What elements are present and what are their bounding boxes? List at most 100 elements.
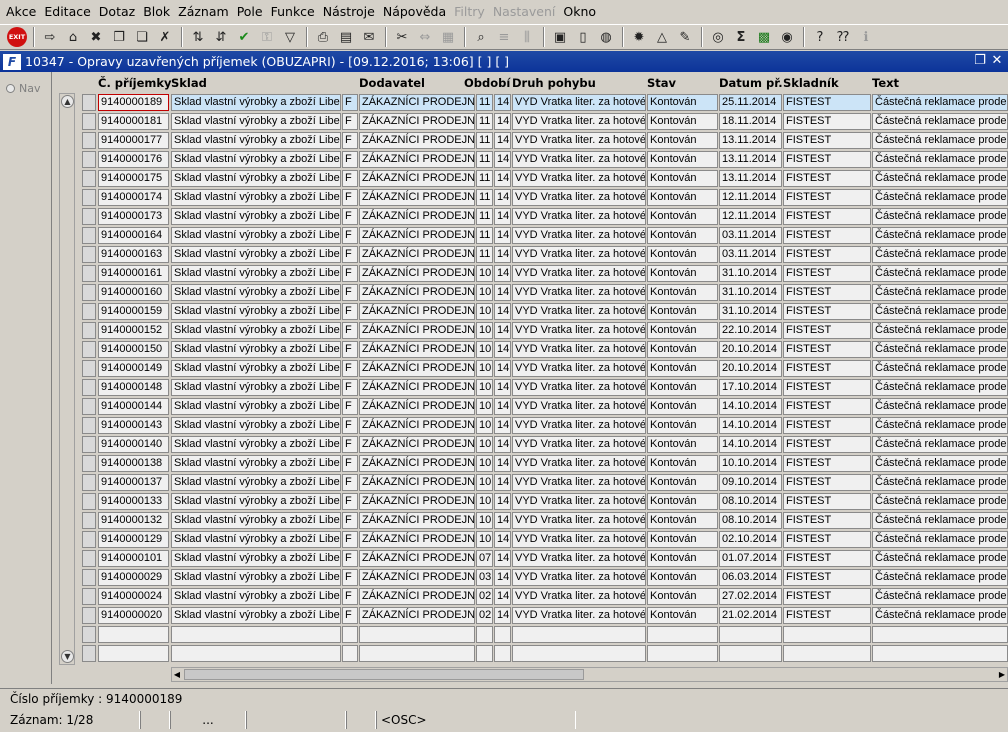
cell-text[interactable]: Částečná reklamace prode [872,265,1008,282]
cell-datum[interactable]: 27.02.2014 [719,588,782,605]
cell-o2[interactable] [494,626,511,643]
cell-o2[interactable]: 14 [494,512,511,529]
cell-druh[interactable]: VYD Vratka liter. za hotové [512,113,646,130]
cell-sklad[interactable]: Sklad vlastní výrobky a zboží Liber [171,512,341,529]
cell-stav[interactable]: Kontován [647,436,718,453]
cell-f[interactable]: F [342,379,358,396]
row-selector[interactable] [82,284,96,301]
sum-icon[interactable]: Σ [730,26,752,48]
menu-item[interactable]: Editace [40,0,94,24]
cell-stav[interactable]: Kontován [647,284,718,301]
cell-dodavatel[interactable]: ZÁKAZNÍCI PRODEJNY [359,189,475,206]
cell-skladnik[interactable]: FISTEST [783,303,871,320]
triangle-icon[interactable]: △ [651,26,673,48]
cell-skladnik[interactable]: FISTEST [783,246,871,263]
check-icon[interactable]: ✔ [233,26,255,48]
cell-f[interactable]: F [342,436,358,453]
row-selector[interactable] [82,227,96,244]
cell-datum[interactable]: 14.10.2014 [719,436,782,453]
cell-datum[interactable]: 18.11.2014 [719,113,782,130]
column-header-obdobi[interactable]: Období [464,76,510,90]
row-selector[interactable] [82,512,96,529]
cell-f[interactable]: F [342,474,358,491]
cell-skladnik[interactable]: FISTEST [783,151,871,168]
cell-datum[interactable]: 02.10.2014 [719,531,782,548]
cell-text[interactable]: Částečná reklamace prode [872,132,1008,149]
cell-sklad[interactable]: Sklad vlastní výrobky a zboží Liber [171,151,341,168]
cell-skladnik[interactable]: FISTEST [783,531,871,548]
scroll-left-icon[interactable]: ◀ [172,668,182,681]
cell-stav[interactable]: Kontován [647,550,718,567]
cell-cislo[interactable]: 9140000174 [98,189,169,206]
cell-druh[interactable]: VYD Vratka liter. za hotové [512,170,646,187]
menu-item[interactable]: Záznam [174,0,233,24]
column-header-datum[interactable]: Datum př. [719,76,783,90]
row-selector[interactable] [82,341,96,358]
cell-cislo[interactable]: 9140000177 [98,132,169,149]
cell-stav[interactable]: Kontován [647,493,718,510]
cell-o2[interactable]: 14 [494,265,511,282]
cell-text[interactable]: Částečná reklamace prode [872,474,1008,491]
cell-skladnik[interactable]: FISTEST [783,550,871,567]
cell-datum[interactable]: 14.10.2014 [719,417,782,434]
cell-stav[interactable]: Kontován [647,208,718,225]
cell-skladnik[interactable]: FISTEST [783,379,871,396]
cell-druh[interactable]: VYD Vratka liter. za hotové [512,246,646,263]
cell-stav[interactable]: Kontován [647,246,718,263]
cell-o1[interactable]: 11 [476,151,493,168]
cell-sklad[interactable]: Sklad vlastní výrobky a zboží Liber [171,303,341,320]
cell-cislo[interactable]: 9140000160 [98,284,169,301]
printer-icon[interactable]: ⎙ [312,26,334,48]
row-selector[interactable] [82,360,96,377]
cell-cislo[interactable]: 9140000140 [98,436,169,453]
row-selector[interactable] [82,531,96,548]
cell-cislo[interactable]: 9140000161 [98,265,169,282]
cell-datum[interactable]: 25.11.2014 [719,94,782,111]
cell-dodavatel[interactable]: ZÁKAZNÍCI PRODEJNY [359,379,475,396]
cell-text[interactable]: Částečná reklamace prode [872,322,1008,339]
cell-dodavatel[interactable]: ZÁKAZNÍCI PRODEJNY [359,531,475,548]
column-header-dodavatel[interactable]: Dodavatel [359,76,425,90]
cell-druh[interactable]: VYD Vratka liter. za hotové [512,512,646,529]
cell-datum[interactable]: 08.10.2014 [719,512,782,529]
cell-cislo[interactable]: 9140000150 [98,341,169,358]
cell-skladnik[interactable]: FISTEST [783,189,871,206]
search-icon[interactable]: ⌕ [470,26,492,48]
row-selector[interactable] [82,417,96,434]
cell-cislo[interactable]: 9140000175 [98,170,169,187]
cell-f[interactable] [342,626,358,643]
cell-stav[interactable]: Kontován [647,132,718,149]
row-selector[interactable] [82,455,96,472]
cell-stav[interactable]: Kontován [647,588,718,605]
menu-item[interactable]: Pole [233,0,267,24]
cell-druh[interactable] [512,645,646,662]
cell-skladnik[interactable]: FISTEST [783,436,871,453]
row-selector[interactable] [82,474,96,491]
cell-skladnik[interactable]: FISTEST [783,588,871,605]
scroll-right-icon[interactable]: ▶ [997,668,1007,681]
row-selector[interactable] [82,170,96,187]
cell-datum[interactable]: 13.11.2014 [719,151,782,168]
cell-datum[interactable]: 13.11.2014 [719,170,782,187]
cell-cislo[interactable]: 9140000138 [98,455,169,472]
cell-druh[interactable]: VYD Vratka liter. za hotové [512,379,646,396]
menu-item[interactable]: Filtry [450,0,489,24]
cell-o2[interactable]: 14 [494,151,511,168]
cell-cislo[interactable]: 9140000152 [98,322,169,339]
cell-f[interactable]: F [342,569,358,586]
cell-dodavatel[interactable]: ZÁKAZNÍCI PRODEJNY [359,436,475,453]
web-icon[interactable]: ◉ [776,26,798,48]
cell-dodavatel[interactable]: ZÁKAZNÍCI PRODEJNY [359,474,475,491]
cell-druh[interactable]: VYD Vratka liter. za hotové [512,588,646,605]
whatsthis-icon[interactable]: ⁇ [832,26,854,48]
cell-datum[interactable]: 12.11.2014 [719,208,782,225]
cell-sklad[interactable]: Sklad vlastní výrobky a zboží Liber [171,189,341,206]
cell-o2[interactable]: 14 [494,284,511,301]
cell-o1[interactable]: 10 [476,417,493,434]
sort-desc-icon[interactable]: ⇵ [210,26,232,48]
cell-skladnik[interactable]: FISTEST [783,284,871,301]
cell-sklad[interactable]: Sklad vlastní výrobky a zboží Liber [171,208,341,225]
cell-f[interactable]: F [342,531,358,548]
cell-sklad[interactable]: Sklad vlastní výrobky a zboží Liber [171,132,341,149]
cell-text[interactable]: Částečná reklamace prode [872,189,1008,206]
